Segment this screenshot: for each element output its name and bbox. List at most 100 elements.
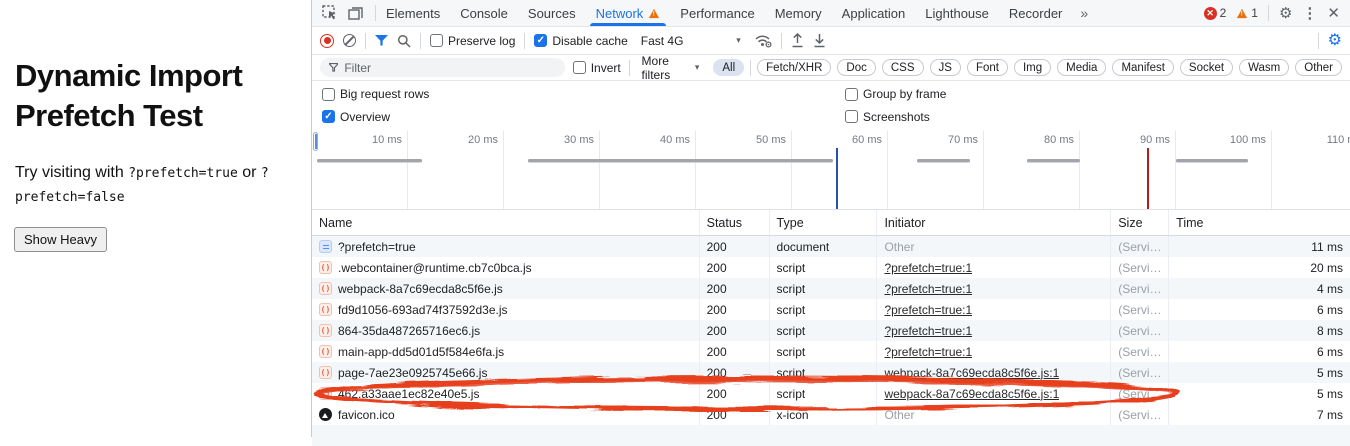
network-conditions-icon[interactable] bbox=[754, 33, 772, 48]
checkbox-unchecked[interactable] bbox=[322, 88, 335, 101]
tab-console[interactable]: Console bbox=[450, 0, 518, 26]
cell-time: 6 ms bbox=[1169, 341, 1350, 362]
console-warning-badge[interactable]: 1 bbox=[1236, 6, 1258, 20]
more-options-icon[interactable]: ⋮ bbox=[1302, 6, 1317, 21]
table-row[interactable]: favicon.ico200x-iconOther(Servi…7 ms bbox=[312, 404, 1350, 425]
tab-network[interactable]: Network bbox=[586, 0, 671, 26]
filter-input-box[interactable] bbox=[320, 58, 565, 77]
tab-memory[interactable]: Memory bbox=[765, 0, 832, 26]
tab-application[interactable]: Application bbox=[832, 0, 916, 26]
more-filters-button[interactable]: More filters ▾ bbox=[638, 54, 704, 82]
column-header-type[interactable]: Type bbox=[770, 210, 878, 235]
initiator-link[interactable]: ?prefetch=true:1 bbox=[884, 324, 972, 338]
tab-elements[interactable]: Elements bbox=[376, 0, 450, 26]
export-har-icon[interactable] bbox=[813, 33, 826, 48]
settings-gear-icon[interactable]: ⚙ bbox=[1279, 6, 1292, 21]
filter-input[interactable] bbox=[344, 61, 555, 75]
checkbox-unchecked[interactable] bbox=[845, 88, 858, 101]
cell-status: 200 bbox=[700, 299, 770, 320]
device-toolbar-icon[interactable] bbox=[348, 6, 365, 21]
cell-name: ?prefetch=true bbox=[312, 236, 700, 257]
search-icon[interactable] bbox=[397, 34, 411, 48]
initiator-link[interactable]: ?prefetch=true:1 bbox=[884, 261, 972, 275]
close-devtools-icon[interactable]: ✕ bbox=[1327, 6, 1340, 21]
column-header-initiator[interactable]: Initiator bbox=[877, 210, 1111, 235]
filter-chip-socket[interactable]: Socket bbox=[1180, 59, 1233, 76]
cell-time: 11 ms bbox=[1169, 236, 1350, 257]
table-row[interactable]: ()462.a33aae1ec82e40e5.js200scriptwebpac… bbox=[312, 383, 1350, 404]
cell-initiator: ?prefetch=true:1 bbox=[877, 320, 1111, 341]
checkbox-unchecked[interactable] bbox=[430, 34, 443, 47]
filter-chip-fetch-xhr[interactable]: Fetch/XHR bbox=[757, 59, 831, 76]
tab-label: Lighthouse bbox=[925, 6, 989, 21]
inspect-element-icon[interactable] bbox=[322, 5, 338, 21]
table-row[interactable]: ()864-35da487265716ec6.js200script?prefe… bbox=[312, 320, 1350, 341]
overview-gridline bbox=[791, 130, 792, 209]
import-har-icon[interactable] bbox=[791, 33, 804, 48]
initiator-link[interactable]: ?prefetch=true:1 bbox=[884, 345, 972, 359]
overview-checkbox[interactable]: ✓ Overview bbox=[322, 110, 845, 124]
more-tabs-button[interactable]: » bbox=[1072, 0, 1096, 26]
column-header-name[interactable]: Name bbox=[312, 210, 700, 235]
console-error-badge[interactable]: ✕ 2 bbox=[1204, 6, 1227, 20]
screenshots-checkbox[interactable]: Screenshots bbox=[845, 110, 1350, 124]
checkbox-checked[interactable]: ✓ bbox=[322, 110, 335, 123]
filter-chip-js[interactable]: JS bbox=[930, 59, 961, 76]
overview-gridline bbox=[599, 130, 600, 209]
cell-time: 7 ms bbox=[1169, 404, 1350, 425]
cell-name: ()864-35da487265716ec6.js bbox=[312, 320, 700, 341]
table-row[interactable]: ().webcontainer@runtime.cb7c0bca.js200sc… bbox=[312, 257, 1350, 278]
filter-chip-css[interactable]: CSS bbox=[882, 59, 924, 76]
table-row[interactable]: ?prefetch=true200documentOther(Servi…11 … bbox=[312, 236, 1350, 257]
tab-performance[interactable]: Performance bbox=[670, 0, 764, 26]
disable-cache-checkbox[interactable]: ✓ Disable cache bbox=[534, 34, 627, 48]
overview-resize-handle[interactable] bbox=[313, 132, 318, 151]
divider bbox=[781, 33, 782, 49]
big-request-rows-checkbox[interactable]: Big request rows bbox=[322, 87, 845, 101]
tab-sources[interactable]: Sources bbox=[518, 0, 586, 26]
checkbox-unchecked[interactable] bbox=[573, 61, 586, 74]
network-overview-timeline[interactable]: 10 ms20 ms30 ms40 ms50 ms60 ms70 ms80 ms… bbox=[312, 130, 1350, 210]
cell-name: ()webpack-8a7c69ecda8c5f6e.js bbox=[312, 278, 700, 299]
checkbox-unchecked[interactable] bbox=[845, 110, 858, 123]
cell-size: (Servi… bbox=[1111, 362, 1169, 383]
cell-type: script bbox=[770, 383, 878, 404]
cell-status: 200 bbox=[700, 278, 770, 299]
filter-chip-all[interactable]: All bbox=[713, 59, 744, 76]
tab-lighthouse[interactable]: Lighthouse bbox=[915, 0, 999, 26]
initiator-link[interactable]: webpack-8a7c69ecda8c5f6e.js:1 bbox=[884, 366, 1059, 380]
filter-chip-font[interactable]: Font bbox=[967, 59, 1008, 76]
filter-chip-manifest[interactable]: Manifest bbox=[1112, 59, 1173, 76]
group-by-frame-checkbox[interactable]: Group by frame bbox=[845, 87, 1350, 101]
network-settings-gear-icon[interactable]: ⚙ bbox=[1328, 33, 1342, 49]
column-header-size[interactable]: Size bbox=[1111, 210, 1169, 235]
table-row[interactable]: ()page-7ae23e0925745e66.js200scriptwebpa… bbox=[312, 362, 1350, 383]
initiator-link[interactable]: ?prefetch=true:1 bbox=[884, 282, 972, 296]
show-heavy-button[interactable]: Show Heavy bbox=[14, 227, 107, 252]
invert-filter-checkbox[interactable]: Invert bbox=[573, 61, 621, 75]
table-row[interactable]: ()fd9d1056-693ad74f37592d3e.js200script?… bbox=[312, 299, 1350, 320]
cell-type: script bbox=[770, 278, 878, 299]
tab-label: Console bbox=[460, 6, 508, 21]
clear-network-log-icon[interactable] bbox=[343, 34, 356, 47]
column-header-status[interactable]: Status bbox=[700, 210, 770, 235]
filter-chip-doc[interactable]: Doc bbox=[837, 59, 875, 76]
cell-initiator: ?prefetch=true:1 bbox=[877, 299, 1111, 320]
overview-activity-bar bbox=[917, 159, 970, 162]
filter-chip-wasm[interactable]: Wasm bbox=[1239, 59, 1289, 76]
tab-recorder[interactable]: Recorder bbox=[999, 0, 1072, 26]
filter-funnel-icon[interactable] bbox=[375, 35, 388, 46]
filter-chip-img[interactable]: Img bbox=[1014, 59, 1051, 76]
table-row[interactable]: ()webpack-8a7c69ecda8c5f6e.js200script ?p… bbox=[312, 278, 1350, 299]
preserve-log-checkbox[interactable]: Preserve log bbox=[430, 34, 515, 48]
devtools-tabbar: Elements Console SourcesNetworkPerformance… bbox=[312, 0, 1350, 27]
initiator-link[interactable]: webpack-8a7c69ecda8c5f6e.js:1 bbox=[884, 387, 1059, 401]
initiator-link[interactable]: ?prefetch=true:1 bbox=[884, 303, 972, 317]
throttling-select[interactable]: Fast 4G ▾ bbox=[637, 32, 745, 50]
record-network-log-button[interactable] bbox=[320, 34, 334, 48]
column-header-time[interactable]: Time bbox=[1169, 210, 1350, 235]
checkbox-checked[interactable]: ✓ bbox=[534, 34, 547, 47]
filter-chip-media[interactable]: Media bbox=[1057, 59, 1106, 76]
table-row[interactable]: ()main-app-dd5d01d5f584e6fa.js200script?… bbox=[312, 341, 1350, 362]
filter-chip-other[interactable]: Other bbox=[1295, 59, 1342, 76]
